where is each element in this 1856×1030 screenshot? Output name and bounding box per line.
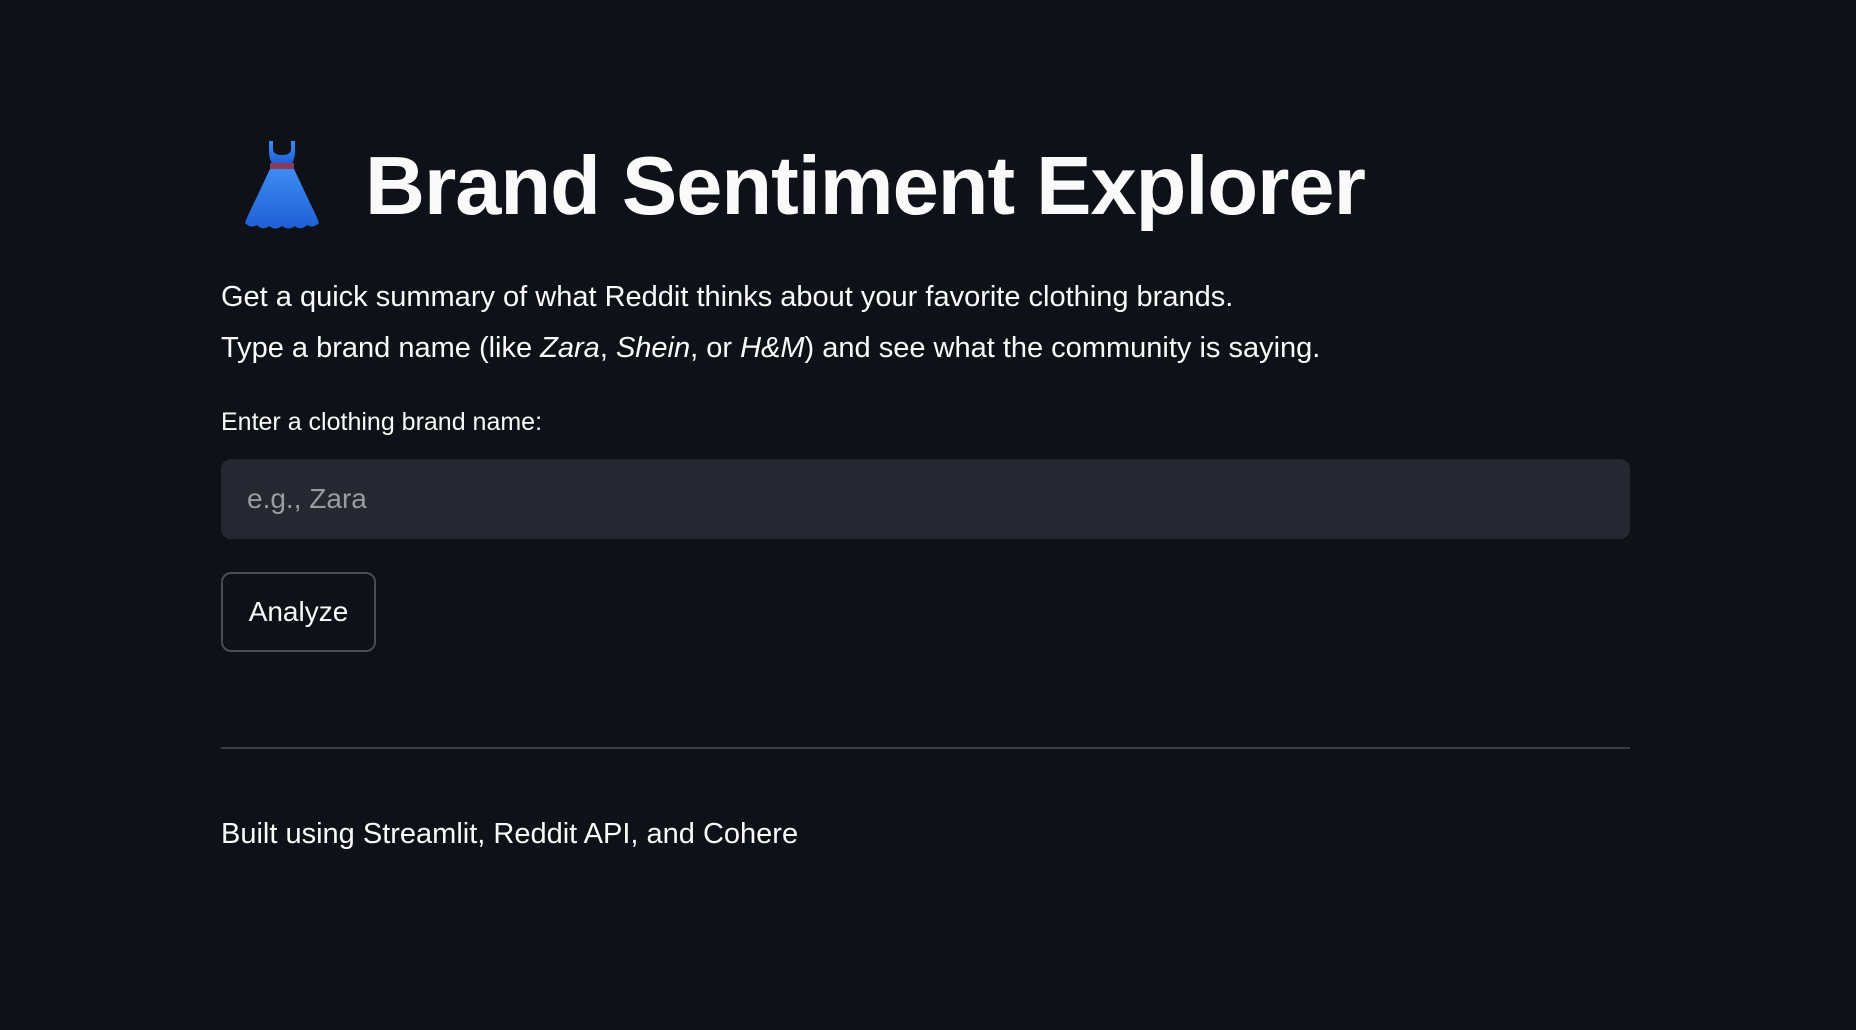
page-header: Brand Sentiment Explorer: [239, 130, 1366, 240]
intro-separator: , or: [690, 332, 741, 364]
intro-line-2-prefix: Type a brand name (like: [221, 332, 541, 364]
intro-line-2: Type a brand name (like Zara, Shein, or …: [221, 323, 1320, 374]
brand-name-input[interactable]: [221, 459, 1630, 539]
dress-icon: [239, 137, 325, 233]
example-brand-hm: H&M: [740, 332, 805, 364]
intro-line-1: Get a quick summary of what Reddit think…: [221, 281, 1234, 313]
intro-separator: ,: [599, 332, 616, 364]
example-brand-zara: Zara: [540, 332, 600, 364]
intro-text: Get a quick summary of what Reddit think…: [221, 272, 1320, 374]
footer-credits: Built using Streamlit, Reddit API, and C…: [221, 818, 799, 850]
page-title: Brand Sentiment Explorer: [365, 138, 1366, 232]
intro-line-2-suffix: ) and see what the community is saying.: [804, 332, 1321, 364]
example-brand-shein: Shein: [615, 332, 691, 364]
app-root: Brand Sentiment Explorer Get a quick sum…: [0, 0, 1856, 1030]
brand-input-label: Enter a clothing brand name:: [221, 408, 543, 436]
divider: [221, 747, 1630, 749]
analyze-button[interactable]: Analyze: [221, 572, 376, 652]
